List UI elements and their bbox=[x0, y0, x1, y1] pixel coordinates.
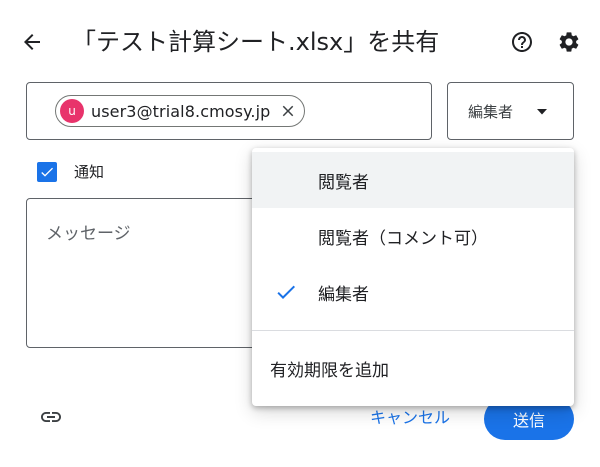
close-icon bbox=[283, 105, 294, 117]
copy-link-button[interactable] bbox=[34, 400, 68, 434]
settings-button[interactable] bbox=[551, 24, 587, 60]
add-expiration-label: 有効期限を追加 bbox=[270, 360, 389, 381]
role-select-value: 編集者 bbox=[468, 102, 514, 121]
notify-checkbox[interactable] bbox=[37, 162, 57, 182]
arrow-back-icon bbox=[24, 34, 40, 50]
menu-item-label: 閲覧者（コメント可） bbox=[318, 228, 488, 249]
link-icon bbox=[41, 412, 61, 422]
check-icon bbox=[277, 285, 295, 299]
gear-icon bbox=[559, 32, 579, 52]
menu-item-label: 編集者 bbox=[318, 284, 369, 305]
role-select[interactable]: 編集者 bbox=[447, 82, 574, 140]
menu-item-commenter[interactable]: 閲覧者（コメント可） bbox=[252, 208, 574, 264]
role-menu: 閲覧者 閲覧者（コメント可） 編集者 有効期限を追加 bbox=[252, 148, 574, 406]
notify-label: 通知 bbox=[74, 163, 105, 181]
avatar: u bbox=[60, 99, 84, 123]
recipient-chip[interactable]: u user3@trial8.cmosy.jp bbox=[55, 95, 306, 127]
back-button[interactable] bbox=[14, 24, 50, 60]
caret-down-icon bbox=[537, 109, 547, 115]
message-placeholder: メッセージ bbox=[46, 224, 131, 244]
help-circle-icon bbox=[512, 32, 532, 52]
menu-item-viewer[interactable]: 閲覧者 bbox=[252, 152, 574, 208]
menu-item-editor[interactable]: 編集者 bbox=[252, 264, 574, 320]
remove-recipient-button[interactable] bbox=[276, 99, 300, 123]
help-button[interactable] bbox=[504, 24, 540, 60]
recipient-email: user3@trial8.cmosy.jp bbox=[91, 101, 271, 121]
add-expiration-item[interactable]: 有効期限を追加 bbox=[252, 340, 574, 396]
menu-divider bbox=[252, 330, 574, 331]
check-icon bbox=[41, 167, 53, 177]
menu-item-label: 閲覧者 bbox=[318, 172, 369, 193]
recipient-field[interactable]: u user3@trial8.cmosy.jp bbox=[26, 82, 432, 140]
dialog-title: 「テスト計算シート.xlsx」を共有 bbox=[72, 28, 440, 56]
